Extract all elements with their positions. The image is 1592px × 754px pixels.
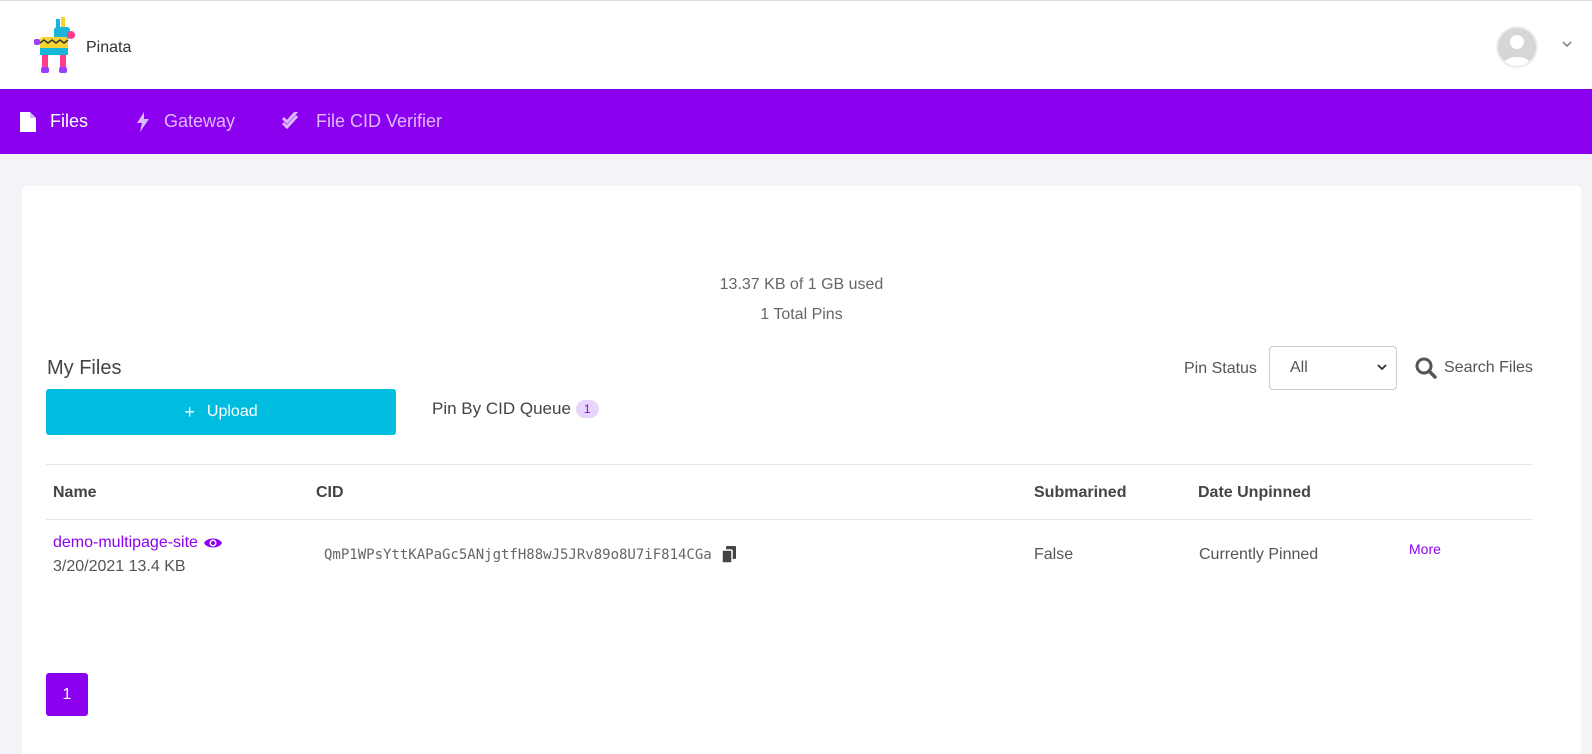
main-nav: Files Gateway File CID Verifier [0, 89, 1592, 154]
nav-cid-verifier[interactable]: File CID Verifier [282, 89, 442, 154]
queue-count-badge: 1 [575, 400, 599, 418]
storage-usage: 13.37 KB of 1 GB used [719, 276, 884, 293]
double-check-icon [282, 111, 299, 129]
table-top-divider [46, 464, 1533, 465]
pin-status-select[interactable]: All [1269, 346, 1397, 390]
total-pins: 1 Total Pins [760, 306, 843, 323]
copy-icon[interactable] [721, 546, 736, 563]
queue-label: Pin By CID Queue [432, 399, 571, 418]
column-header-date-unpinned: Date Unpinned [1198, 484, 1311, 501]
pinata-logo[interactable] [34, 17, 76, 75]
table-header-divider [46, 519, 1533, 520]
chevron-down-icon [1377, 364, 1387, 371]
nav-files[interactable]: Files [20, 89, 88, 154]
date-unpinned-value: Currently Pinned [1199, 546, 1319, 563]
upload-button[interactable]: + Upload [46, 389, 396, 435]
search-icon [1415, 357, 1437, 379]
plus-icon: + [184, 401, 195, 422]
eye-icon[interactable] [203, 536, 223, 550]
nav-cid-verifier-label: File CID Verifier [316, 111, 443, 131]
search-files[interactable]: Search Files [1414, 356, 1533, 380]
upload-label: Upload [206, 403, 258, 420]
submarined-value: False [1034, 546, 1074, 563]
search-label: Search Files [1444, 359, 1533, 376]
pagination-page-button[interactable]: 1 [46, 673, 88, 716]
file-name: demo-multipage-site [53, 534, 198, 551]
cid-cell: QmP1WPsYttKAPaGc5ANjgtfH88wJ5JRv89o8U7iF… [324, 546, 736, 563]
column-header-submarined: Submarined [1034, 484, 1127, 501]
chevron-down-icon[interactable] [1562, 37, 1572, 51]
nav-gateway-label: Gateway [164, 111, 236, 131]
nav-files-label: Files [50, 111, 89, 131]
files-card: 13.37 KB of 1 GB used 1 Total Pins My Fi… [22, 186, 1581, 754]
pin-by-cid-queue[interactable]: Pin By CID Queue 1 [432, 399, 599, 419]
nav-gateway[interactable]: Gateway [136, 89, 235, 154]
file-date-size: 3/20/2021 13.4 KB [53, 558, 186, 575]
page-title: My Files [47, 357, 122, 379]
more-button[interactable]: More [1409, 541, 1441, 557]
top-header: Pinata [0, 0, 1592, 89]
pin-status-value: All [1290, 359, 1308, 376]
file-name-link[interactable]: demo-multipage-site [53, 534, 223, 552]
column-header-cid: CID [316, 484, 344, 501]
file-icon [20, 111, 36, 132]
bolt-icon [137, 111, 149, 132]
pin-status-label: Pin Status [1184, 360, 1257, 377]
user-avatar[interactable] [1496, 26, 1538, 68]
cid-value[interactable]: QmP1WPsYttKAPaGc5ANjgtfH88wJ5JRv89o8U7iF… [324, 547, 712, 563]
brand-name: Pinata [86, 39, 132, 56]
column-header-name: Name [53, 484, 97, 501]
